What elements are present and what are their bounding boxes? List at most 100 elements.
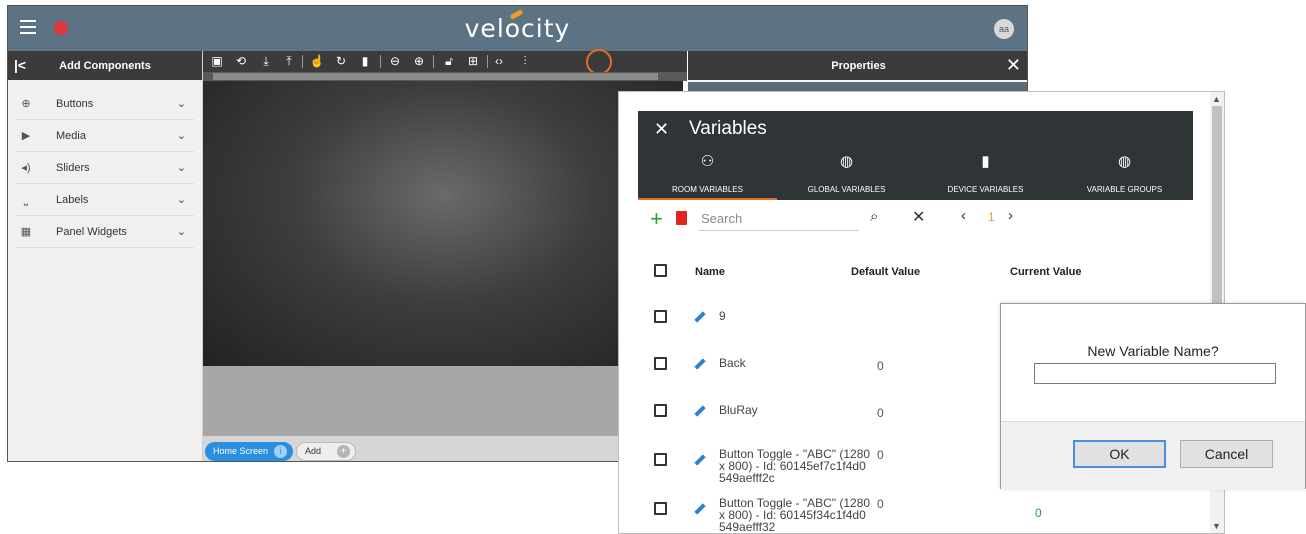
edit-pencil-icon[interactable] bbox=[694, 358, 706, 370]
add-page-button[interactable]: Add + bbox=[296, 442, 356, 461]
delete-variable-icon[interactable] bbox=[676, 211, 687, 225]
column-header-current-value: Current Value bbox=[1010, 266, 1082, 278]
tab-label: ROOM VARIABLES bbox=[672, 185, 743, 194]
zoom-in-icon[interactable]: ⊕ bbox=[411, 54, 427, 69]
column-header-default-value: Default Value bbox=[851, 266, 921, 278]
globe-icon: ◍ bbox=[839, 153, 854, 170]
variable-default-value: 0 bbox=[877, 406, 884, 420]
variable-default-value: 0 bbox=[877, 497, 884, 511]
add-variable-button[interactable]: + bbox=[650, 206, 663, 232]
add-components-header: |< Add Components bbox=[8, 51, 202, 80]
layout-icon[interactable]: ▣ bbox=[209, 54, 225, 69]
next-page-icon[interactable]: › bbox=[1008, 207, 1013, 224]
label-icon: ⎵ bbox=[23, 194, 29, 206]
grid-icon[interactable]: ⊞ bbox=[465, 54, 481, 69]
variable-name: Button Toggle - "ABC" (1280 x 800) - Id:… bbox=[719, 496, 871, 534]
device-icon: ▮ bbox=[981, 153, 990, 170]
page-tab-home-screen[interactable]: Home Screen i bbox=[205, 442, 293, 461]
variable-name: BluRay bbox=[719, 403, 758, 417]
download-icon[interactable]: ⤓ bbox=[258, 54, 274, 69]
info-icon[interactable]: i bbox=[274, 445, 287, 458]
component-category-labels[interactable]: ⎵ Labels ⌄ bbox=[16, 184, 194, 216]
prompt-footer: OK Cancel bbox=[1001, 421, 1305, 490]
add-components-title: Add Components bbox=[59, 60, 151, 72]
volume-icon: ◂) bbox=[21, 162, 31, 174]
play-circle-icon: ▶ bbox=[21, 130, 31, 142]
top-bar: velocity aa bbox=[8, 6, 1027, 51]
variable-name: 9 bbox=[719, 309, 726, 323]
component-category-sliders[interactable]: ◂) Sliders ⌄ bbox=[16, 152, 194, 184]
tab-global-variables[interactable]: ◍ GLOBAL VARIABLES bbox=[777, 149, 916, 200]
design-canvas[interactable] bbox=[203, 81, 683, 366]
clear-search-icon[interactable]: ✕ bbox=[912, 207, 925, 227]
search-input[interactable] bbox=[699, 207, 859, 231]
globe-icon: ◍ bbox=[1117, 153, 1132, 170]
horizontal-scrollbar[interactable] bbox=[203, 72, 687, 81]
refresh-icon[interactable]: ↻ bbox=[333, 54, 349, 69]
code-icon[interactable]: ‹› bbox=[491, 54, 507, 69]
toolbar-divider bbox=[487, 55, 488, 68]
add-page-label: Add bbox=[305, 446, 322, 456]
device-icon[interactable]: ▮ bbox=[357, 54, 373, 69]
properties-header: Properties ✕ bbox=[688, 51, 1027, 80]
upload-icon[interactable]: ⤒ bbox=[281, 54, 297, 69]
canvas-background bbox=[203, 366, 683, 436]
toolbar-divider bbox=[433, 55, 434, 68]
add-components-panel: |< Add Components ⊕ Buttons ⌄ ▶ Media ⌄ … bbox=[8, 51, 203, 461]
row-checkbox[interactable] bbox=[654, 502, 667, 515]
component-category-media[interactable]: ▶ Media ⌄ bbox=[16, 120, 194, 152]
edit-pencil-icon[interactable] bbox=[694, 405, 706, 417]
tab-device-variables[interactable]: ▮ DEVICE VARIABLES bbox=[916, 149, 1055, 200]
variable-current-value: 0 bbox=[1035, 506, 1042, 520]
lock-icon[interactable]: 🔓︎ bbox=[441, 54, 457, 69]
component-category-label: Sliders bbox=[56, 162, 90, 174]
table-row: Button Toggle - "ABC" (1280 x 800) - Id:… bbox=[619, 492, 1209, 534]
tab-label: VARIABLE GROUPS bbox=[1086, 185, 1163, 194]
component-category-panel-widgets[interactable]: ▦ Panel Widgets ⌄ bbox=[16, 216, 194, 248]
scrollbar-thumb[interactable] bbox=[213, 73, 658, 80]
page-number: 1 bbox=[988, 210, 995, 224]
tab-room-variables[interactable]: ⚇ ROOM VARIABLES bbox=[638, 149, 777, 200]
settings-sliders-icon[interactable]: ⫶ bbox=[517, 54, 533, 69]
close-icon[interactable]: ✕ bbox=[1006, 55, 1021, 76]
chevron-down-icon: ⌄ bbox=[176, 226, 186, 238]
plus-icon: + bbox=[337, 445, 350, 458]
chevron-down-icon: ⌄ bbox=[176, 98, 186, 110]
close-icon[interactable]: ✕ bbox=[654, 119, 669, 140]
rotate-icon[interactable]: ⟲ bbox=[233, 54, 249, 69]
search-icon[interactable]: ⌕ bbox=[870, 208, 878, 225]
properties-title: Properties bbox=[831, 60, 886, 72]
chevron-down-icon: ⌄ bbox=[176, 130, 186, 142]
component-category-label: Panel Widgets bbox=[56, 226, 127, 238]
column-header-name: Name bbox=[695, 266, 725, 278]
cancel-button[interactable]: Cancel bbox=[1180, 440, 1273, 468]
variable-name-input[interactable] bbox=[1034, 363, 1276, 384]
row-checkbox[interactable] bbox=[654, 310, 667, 323]
touch-icon[interactable]: ☝ bbox=[309, 54, 325, 69]
scroll-down-icon[interactable]: ▼ bbox=[1212, 521, 1221, 531]
zoom-out-icon[interactable]: ⊖ bbox=[387, 54, 403, 69]
edit-pencil-icon[interactable] bbox=[694, 311, 706, 323]
variable-name: Button Toggle - "ABC" (1280 x 800) - Id:… bbox=[719, 447, 871, 485]
variable-default-value: 0 bbox=[877, 359, 884, 373]
variable-name: Back bbox=[719, 356, 746, 370]
user-avatar[interactable]: aa bbox=[994, 19, 1014, 39]
variables-title: Variables bbox=[689, 118, 767, 139]
row-checkbox[interactable] bbox=[654, 357, 667, 370]
tab-label: GLOBAL VARIABLES bbox=[807, 185, 886, 194]
prompt-question: New Variable Name? bbox=[1087, 343, 1219, 359]
component-category-buttons[interactable]: ⊕ Buttons ⌄ bbox=[16, 88, 194, 120]
previous-page-icon[interactable]: ‹ bbox=[961, 207, 966, 224]
scroll-up-icon[interactable]: ▲ bbox=[1212, 94, 1221, 104]
ok-button[interactable]: OK bbox=[1073, 440, 1166, 468]
row-checkbox[interactable] bbox=[654, 404, 667, 417]
page-tab-label: Home Screen bbox=[213, 446, 269, 456]
brand-title: velocity bbox=[464, 14, 571, 43]
edit-pencil-icon[interactable] bbox=[694, 503, 706, 515]
widgets-icon: ▦ bbox=[20, 226, 32, 238]
select-all-checkbox[interactable] bbox=[654, 264, 667, 277]
tab-variable-groups[interactable]: ◍ VARIABLE GROUPS bbox=[1055, 149, 1194, 200]
edit-pencil-icon[interactable] bbox=[694, 454, 706, 466]
toolbar-divider bbox=[380, 55, 381, 68]
row-checkbox[interactable] bbox=[654, 453, 667, 466]
